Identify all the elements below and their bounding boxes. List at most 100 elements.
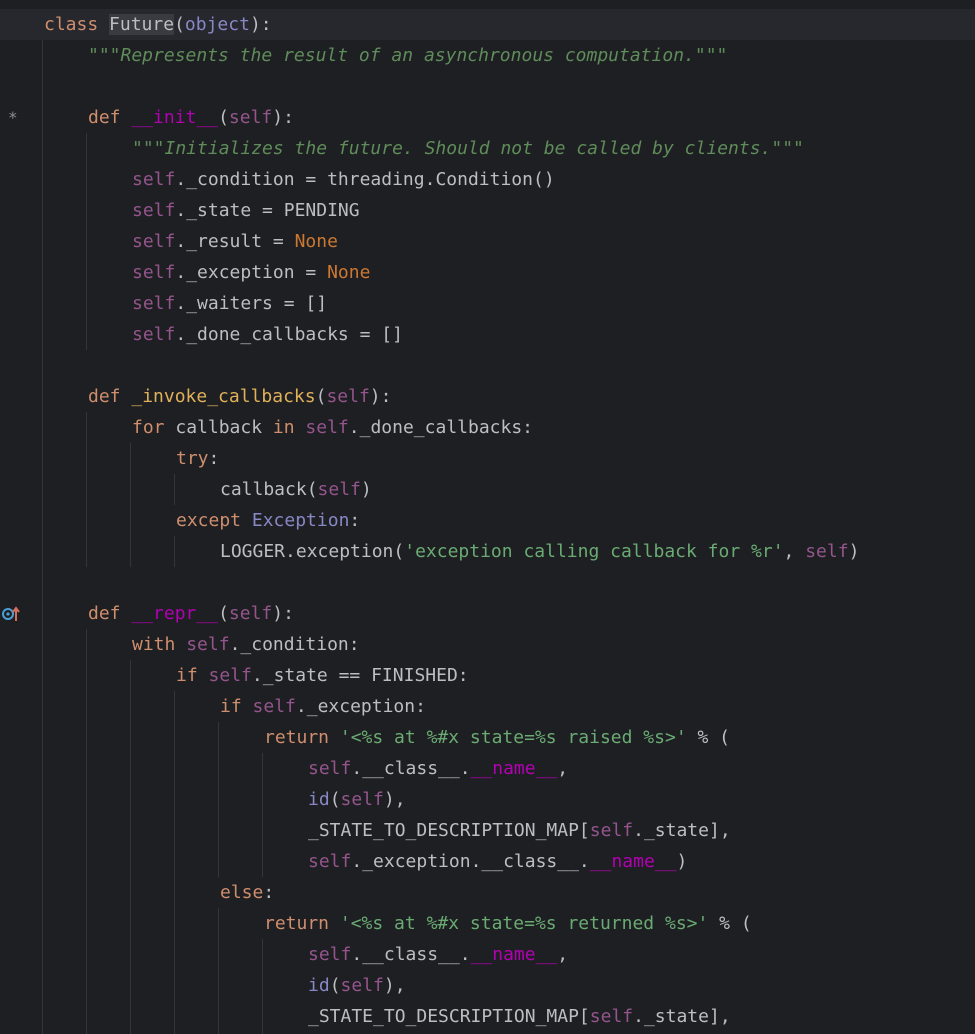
code-line[interactable]: self._exception = None — [0, 257, 975, 288]
code-token: with — [132, 634, 176, 655]
code-line[interactable]: """Initializes the future. Should not be… — [0, 133, 975, 164]
code-token: ._state = PENDING — [175, 200, 360, 221]
code-line[interactable] — [0, 350, 975, 381]
code-token: % ( — [708, 913, 752, 934]
code-line[interactable]: id(self), — [0, 784, 975, 815]
code-token: ): — [272, 107, 294, 128]
code-line[interactable]: self._exception.__class__.__name__) — [0, 846, 975, 877]
code-token: : — [349, 510, 361, 531]
code-line-text: self.__class__.__name__, — [308, 753, 568, 784]
code-token: self — [589, 1006, 634, 1027]
code-line[interactable]: if self._exception: — [0, 691, 975, 722]
code-token: ( — [218, 603, 229, 624]
code-token: None — [294, 231, 338, 252]
code-token: except — [176, 510, 242, 531]
code-token: Future — [109, 14, 175, 35]
code-token: id — [308, 789, 330, 810]
code-line-text: """Initializes the future. Should not be… — [132, 133, 804, 164]
code-line-text: for callback in self._done_callbacks: — [132, 412, 533, 443]
code-line[interactable]: try: — [0, 443, 975, 474]
code-line[interactable]: return '<%s at %#x state=%s raised %s>' … — [0, 722, 975, 753]
code-line[interactable]: return '<%s at %#x state=%s returned %s>… — [0, 908, 975, 939]
code-line[interactable]: def __repr__(self): — [0, 598, 975, 629]
code-line[interactable]: self._state = PENDING — [0, 195, 975, 226]
code-token: self — [132, 262, 176, 283]
code-token: .__class__. — [351, 758, 471, 779]
code-token: self — [589, 820, 634, 841]
code-token: if — [220, 696, 242, 717]
code-token: ._waiters = [] — [175, 293, 328, 314]
code-line[interactable]: self._waiters = [] — [0, 288, 975, 319]
code-line[interactable]: with self._condition: — [0, 629, 975, 660]
code-line[interactable]: except Exception: — [0, 505, 975, 536]
code-token: : — [263, 882, 275, 903]
code-token: ): — [249, 14, 272, 35]
code-line[interactable]: class Future(object): — [0, 9, 975, 40]
code-line[interactable]: if self._state == FINISHED: — [0, 660, 975, 691]
code-line[interactable]: self._done_callbacks = [] — [0, 319, 975, 350]
code-token: return — [264, 727, 330, 748]
code-line[interactable]: callback(self) — [0, 474, 975, 505]
code-token: self — [340, 975, 384, 996]
code-line-text: else: — [220, 877, 274, 908]
code-token: self — [317, 479, 361, 500]
code-line[interactable]: def _invoke_callbacks(self): — [0, 381, 975, 412]
code-line-text: self.__class__.__name__, — [308, 939, 568, 970]
code-token: _STATE_TO_DESCRIPTION_MAP[ — [308, 820, 590, 841]
code-line-text: id(self), — [308, 784, 406, 815]
code-token: .__class__. — [351, 944, 471, 965]
code-token: self — [132, 200, 176, 221]
code-token: self — [308, 851, 352, 872]
code-line[interactable] — [0, 567, 975, 598]
code-token: ): — [272, 603, 294, 624]
code-token: self — [186, 634, 230, 655]
code-line-text: def __init__(self): — [88, 102, 294, 133]
code-token: '<%s at %#x state=%s returned %s>' — [339, 913, 709, 934]
code-token: ._exception = — [175, 262, 328, 283]
code-line[interactable]: _STATE_TO_DESCRIPTION_MAP[self._state], — [0, 1001, 975, 1032]
code-line[interactable]: self._condition = threading.Condition() — [0, 164, 975, 195]
code-line-text: class Future(object): — [44, 9, 272, 40]
code-line[interactable]: self.__class__.__name__, — [0, 939, 975, 970]
code-token: id — [308, 975, 330, 996]
code-token: ) — [848, 541, 860, 562]
code-line-text: return '<%s at %#x state=%s raised %s>' … — [264, 722, 730, 753]
code-line-text: def _invoke_callbacks(self): — [88, 381, 391, 412]
code-line-text: self._state = PENDING — [132, 195, 360, 226]
code-line[interactable]: self.__class__.__name__, — [0, 753, 975, 784]
code-line[interactable]: """Represents the result of an asynchron… — [0, 40, 975, 71]
code-line-text: callback(self) — [220, 474, 372, 505]
code-token: ( — [174, 14, 185, 35]
code-line[interactable]: id(self), — [0, 970, 975, 1001]
code-line[interactable]: else: — [0, 877, 975, 908]
code-token: if — [176, 665, 198, 686]
code-line[interactable]: LOGGER.exception('exception calling call… — [0, 536, 975, 567]
code-token: return — [264, 913, 330, 934]
code-token: self — [132, 231, 176, 252]
code-line-text: return '<%s at %#x state=%s returned %s>… — [264, 908, 752, 939]
code-line[interactable]: for callback in self._done_callbacks: — [0, 412, 975, 443]
code-line[interactable]: def __init__(self): — [0, 102, 975, 133]
code-token: _STATE_TO_DESCRIPTION_MAP[ — [308, 1006, 590, 1027]
code-line[interactable]: self._result = None — [0, 226, 975, 257]
code-line-text: except Exception: — [176, 505, 360, 536]
code-editor[interactable]: * * class Future(object):"""Represents t… — [0, 9, 975, 1034]
code-token: __repr__ — [131, 603, 219, 624]
editor-top-strip — [0, 0, 975, 9]
code-line[interactable]: _STATE_TO_DESCRIPTION_MAP[self._state], — [0, 815, 975, 846]
code-token: """Initializes the future. Should not be… — [132, 138, 804, 159]
code-token: ), — [383, 789, 406, 810]
code-token: ): — [369, 386, 392, 407]
code-line[interactable] — [0, 71, 975, 102]
code-token: : — [208, 448, 220, 469]
code-line-text: _STATE_TO_DESCRIPTION_MAP[self._state], — [308, 1001, 731, 1032]
